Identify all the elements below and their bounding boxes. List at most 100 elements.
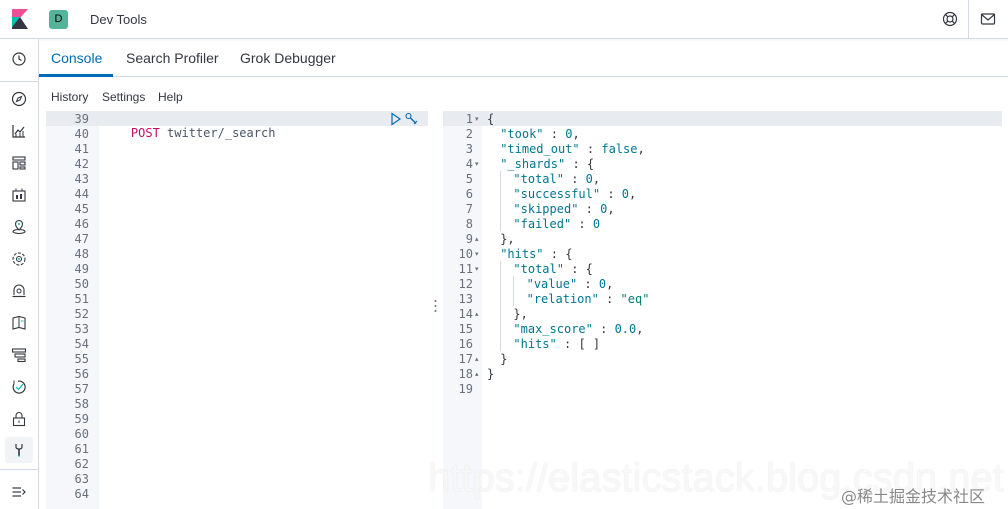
tab-grok-debugger[interactable]: Grok Debugger [240,50,336,66]
top-header: D Dev Tools [0,0,1008,39]
response-line-number: 16 [458,337,473,351]
response-line-number: 17 [458,352,473,366]
help-lifebuoy-icon[interactable] [942,11,958,27]
response-line-number: 8 [465,217,473,231]
request-line-number: 40 [74,127,89,141]
canvas-icon[interactable] [11,187,27,203]
settings-link[interactable]: Settings [102,90,145,104]
response-json-line: { [487,112,495,126]
request-line-number: 61 [74,442,89,456]
request-line[interactable]: POST twitter/_search [102,111,276,156]
ml-icon[interactable] [11,251,27,267]
request-line-number: 55 [74,352,89,366]
response-json-line: }, [500,232,515,246]
logs-icon[interactable] [11,315,27,331]
response-line-number: 18 [458,367,473,381]
request-line-number: 43 [74,172,89,186]
tab-console[interactable]: Console [51,50,102,66]
response-line-number: 15 [458,322,473,336]
maps-icon[interactable] [11,219,27,235]
wrench-actions-icon[interactable] [404,112,420,126]
fold-toggle-icon[interactable]: ▾ [475,247,479,262]
request-line-number: 51 [74,292,89,306]
request-line-number: 64 [74,487,89,501]
kibana-logo-icon[interactable] [10,9,30,29]
request-path: twitter/_search [167,126,276,140]
response-json-line: "value" : 0, [526,277,614,291]
response-line-number: 3 [465,142,473,156]
request-line-number: 48 [74,247,89,261]
send-request-icon[interactable] [390,112,402,126]
infra-icon[interactable] [11,283,27,299]
response-json-line: "max_score" : 0.0, [513,322,644,336]
response-json-line: "hits" : [ ] [513,337,601,351]
fold-toggle-icon[interactable]: ▴ [475,307,479,322]
request-line-number: 41 [74,142,89,156]
mail-icon[interactable] [980,11,996,27]
request-editor[interactable]: 39 40 41 42 43 44 45 46 47 48 49 50 51 52 53 54 55 56 57 58… [46,111,428,509]
response-json-line: "total" : 0, [513,172,601,186]
chart-icon[interactable] [11,123,27,139]
response-active-line [443,111,1002,126]
wrench-icon[interactable] [11,442,27,458]
response-json-line: }, [513,307,528,321]
fold-toggle-icon[interactable]: ▾ [475,262,479,277]
space-avatar[interactable]: D [49,10,68,29]
watermark-credit: @稀土掘金技术社区 [841,487,986,506]
response-json-line: "successful" : 0, [513,187,637,201]
response-line-number: 10 [458,247,473,261]
drag-handle-icon[interactable] [434,299,437,313]
response-line-number: 12 [458,277,473,291]
compass-icon[interactable] [11,91,27,107]
request-line-number: 39 [74,112,89,126]
response-json-line: } [487,367,495,381]
request-line-number: 58 [74,397,89,411]
lock-icon[interactable] [11,411,27,427]
response-line-number: 11 [458,262,473,276]
response-json-line: "relation" : "eq" [526,292,650,306]
tab-search-profiler[interactable]: Search Profiler [126,50,219,66]
request-line-number: 53 [74,322,89,336]
request-line-number: 49 [74,262,89,276]
fold-toggle-icon[interactable]: ▾ [475,112,479,127]
fold-toggle-icon[interactable]: ▴ [475,367,479,382]
dev-tools-tabs: Console Search Profiler Grok Debugger [39,39,1008,77]
response-line-number: 7 [465,202,473,216]
request-line-number: 62 [74,457,89,471]
response-line-number: 1 [465,112,473,126]
response-line-number: 19 [458,382,473,396]
response-line-number: 14 [458,307,473,321]
fold-toggle-icon[interactable]: ▴ [475,232,479,247]
collapse-menu-icon[interactable] [11,484,27,500]
request-line-number: 56 [74,367,89,381]
response-json-line: "hits" : { [500,247,573,261]
help-link[interactable]: Help [158,90,183,104]
fold-toggle-icon[interactable]: ▴ [475,352,479,367]
response-editor[interactable]: 1 ▾ 2 3 4 ▾ 5 6 7 8 9 ▴ 10 ▾ 11 ▾ 12 13 14 ▴ 15 16 17 ▴ 18 ▴ 19 {"… [443,111,1002,509]
clock-icon[interactable] [11,51,27,67]
history-link[interactable]: History [51,90,88,104]
request-line-number: 57 [74,382,89,396]
indent-guide [500,171,501,231]
side-nav [0,39,39,509]
response-line-number: 4 [465,157,473,171]
request-line-number: 47 [74,232,89,246]
request-line-number: 44 [74,187,89,201]
request-line-number: 42 [74,157,89,171]
request-line-number: 63 [74,472,89,486]
request-method: POST [130,126,160,140]
fold-toggle-icon[interactable]: ▾ [475,157,479,172]
uptime-icon[interactable] [11,379,27,395]
request-line-number: 46 [74,217,89,231]
response-json-line: "took" : 0, [500,127,580,141]
request-line-number: 60 [74,427,89,441]
response-json-line: } [500,352,508,366]
breadcrumb-app-title: Dev Tools [90,12,147,27]
request-line-number: 45 [74,202,89,216]
apm-icon[interactable] [11,347,27,363]
response-json-line: "skipped" : 0, [513,202,615,216]
request-line-number: 50 [74,277,89,291]
dashboard-icon[interactable] [11,155,27,171]
side-nav-divider [0,81,39,82]
indent-guide [513,276,514,306]
